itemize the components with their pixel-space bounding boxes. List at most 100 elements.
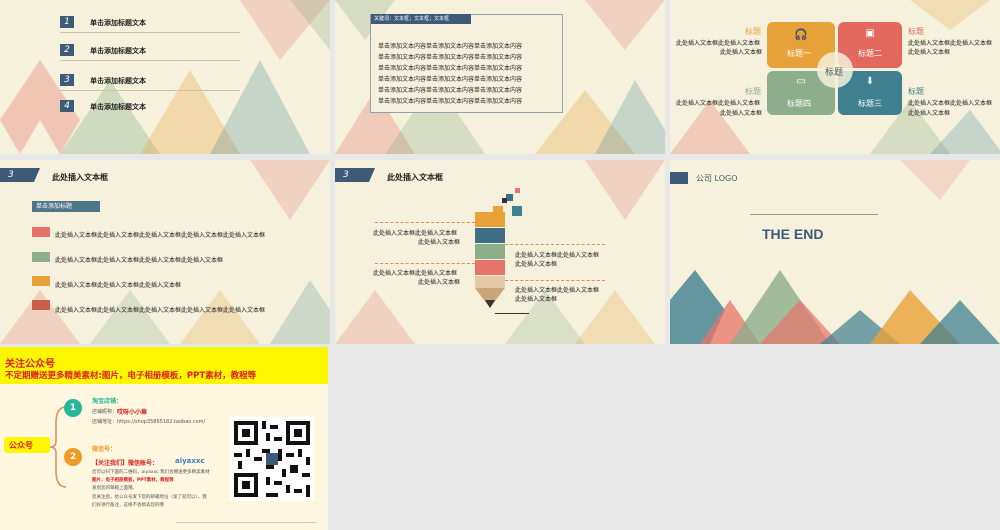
side-title: 标题 xyxy=(908,87,924,96)
center-title: 标题 xyxy=(825,68,844,78)
item-label: 单击添加标题文本 xyxy=(90,47,146,55)
wechat-desc: 们好进行备注，这样不会搞丢您的哦 xyxy=(92,503,164,508)
gzh-label: 公众号 xyxy=(9,441,33,450)
side-text: 此处插入文本框 xyxy=(908,49,951,56)
qr-code xyxy=(230,417,314,501)
wechat-desc: 您关注后，给公众号发下您的邮箱地址（发了就可以），我 xyxy=(92,495,207,500)
slide-title: 此处插入文本框 xyxy=(387,173,443,182)
wechat-desc: 图片，电子相册模板，PPT素材，教程等 xyxy=(92,478,174,483)
side-text: 此处插入文本框此处插入文本框 xyxy=(908,100,993,107)
item-label: 单击添加标题文本 xyxy=(90,19,146,27)
row-text: 此处插入文本框此处插入文本框此处插入文本框 xyxy=(55,282,182,289)
item-number: 2 xyxy=(60,44,74,56)
connector-line xyxy=(505,244,605,245)
content-line: 单击添加文本内容单击添加文本内容单击添加文本内容 xyxy=(378,87,523,94)
step-number: 1 xyxy=(64,399,82,417)
slide-thumbnail-4[interactable]: 3 此处插入文本框 单击添加标题 此处插入文本框此处插入文本框此处插入文本框此处… xyxy=(0,160,330,344)
promo-title: 关注公众号 xyxy=(5,359,55,370)
tile-label: 标题四 xyxy=(787,99,811,108)
divider xyxy=(60,90,240,91)
promo-slide[interactable]: 关注公众号 不定期赠送更多精美素材:图片，电子相册模板，PPT素材，教程等 公众… xyxy=(0,347,328,530)
text-frame: 关键词：文本框；文本框；文本框 单击添加文本内容单击添加文本内容单击添加文本内容… xyxy=(370,14,563,113)
slide-thumbnail-5[interactable]: 3 此处插入文本框 此处插入文本框此处插入文本框 此处插入文本框 此处插入文本框… xyxy=(335,160,665,344)
headphones-icon: 🎧 xyxy=(794,28,808,41)
left-text: 此处插入文本框此处插入文本框 xyxy=(373,230,458,237)
keywords-tag: 关键词：文本框；文本框；文本框 xyxy=(371,14,471,24)
tile-label: 标题三 xyxy=(858,99,882,108)
qr-code-icon xyxy=(230,417,314,501)
side-title: 标题 xyxy=(745,87,761,96)
item-label: 单击添加标题文本 xyxy=(90,77,146,85)
gzh-label-box: 公众号 xyxy=(4,437,50,453)
wechat-line: 【关注我们】微信账号： xyxy=(92,460,159,467)
divider xyxy=(60,32,240,33)
right-text: 此处插入文本框 xyxy=(515,296,558,303)
pencil-baseline xyxy=(495,313,529,314)
promo-subtitle: 不定期赠送更多精美素材:图片，电子相册模板，PPT素材，教程等 xyxy=(5,371,257,381)
taobao-url[interactable]: 店铺地址：https://shop35865182.taobao.com/ xyxy=(92,418,205,425)
side-text: 此处插入文本框此处插入文本框 xyxy=(676,40,761,47)
color-swatch xyxy=(32,252,50,262)
logo-mark xyxy=(670,172,688,184)
connector-line xyxy=(375,222,475,223)
section-number: 3 xyxy=(335,168,375,182)
left-text: 此处插入文本框 xyxy=(418,279,461,286)
divider xyxy=(60,60,240,61)
left-text: 此处插入文本框此处插入文本框 xyxy=(373,270,458,277)
slide-thumbnail-1[interactable]: 1 单击添加标题文本 2 单击添加标题文本 3 单击添加标题文本 4 单击添加标… xyxy=(0,0,330,154)
content-line: 单击添加文本内容单击添加文本内容单击添加文本内容 xyxy=(378,54,523,61)
row-text: 此处插入文本框此处插入文本框此处插入文本框此处插入文本框 xyxy=(55,257,224,264)
row-text: 此处插入文本框此处插入文本框此处插入文本框此处插入文本框此处插入文本框 xyxy=(55,307,266,314)
subtitle-tag: 单击添加标题 xyxy=(32,201,100,212)
row-text: 此处插入文本框此处插入文本框此处插入文本框此处插入文本框此处插入文本框 xyxy=(55,232,266,239)
right-text: 此处插入文本框此处插入文本框 xyxy=(515,287,600,294)
divider xyxy=(750,214,878,215)
stripe-background xyxy=(670,160,1000,344)
promo-banner: 关注公众号 不定期赠送更多精美素材:图片，电子相册模板，PPT素材，教程等 xyxy=(0,347,328,384)
taobao-title: 淘宝店铺： xyxy=(92,398,123,405)
divider xyxy=(176,522,316,523)
section-number: 3 xyxy=(0,168,40,182)
color-swatch xyxy=(32,300,50,310)
wechat-desc: 您可以扫下面的二维码，aiyaxxc 我们会赠送更多精美素材 xyxy=(92,470,210,475)
side-title: 标题 xyxy=(908,27,924,36)
content-line: 单击添加文本内容单击添加文本内容单击添加文本内容 xyxy=(378,98,523,105)
side-text: 此处插入文本框此处插入文本框 xyxy=(908,40,993,47)
tile-label: 标题二 xyxy=(858,49,882,58)
bracket-connector xyxy=(49,406,67,488)
step-number: 2 xyxy=(64,448,82,466)
content-line: 单击添加文本内容单击添加文本内容单击添加文本内容 xyxy=(378,76,523,83)
slide-thumbnail-3[interactable]: 🎧 标题一 ▣ 标题二 ▭ 标题四 ⬇ 标题三 标题 标题 此处插入文本框此处插… xyxy=(670,0,1000,154)
side-text: 此处插入文本框此处插入文本框 xyxy=(676,100,761,107)
slide-title: 此处插入文本框 xyxy=(52,173,108,182)
side-text: 此处插入文本框 xyxy=(720,110,763,117)
color-swatch xyxy=(32,227,50,237)
side-text: 此处插入文本框 xyxy=(908,110,951,117)
item-number: 4 xyxy=(60,100,74,112)
slide-thumbnail-6[interactable]: 公司 LOGO THE END xyxy=(670,160,1000,344)
side-text: 此处插入文本框 xyxy=(720,49,763,56)
wechat-title: 微信号： xyxy=(92,446,117,453)
tile-label: 标题一 xyxy=(787,49,811,58)
stripe-background xyxy=(0,0,330,154)
connector-line xyxy=(505,280,605,281)
slide-thumbnail-2[interactable]: 关键词：文本框；文本框；文本框 单击添加文本内容单击添加文本内容单击添加文本内容… xyxy=(335,0,665,154)
right-text: 此处插入文本框 xyxy=(515,261,558,268)
item-number: 1 xyxy=(60,16,74,28)
end-title: THE END xyxy=(762,226,824,242)
color-swatch xyxy=(32,276,50,286)
content-line: 单击添加文本内容单击添加文本内容单击添加文本内容 xyxy=(378,65,523,72)
connector-line xyxy=(375,263,475,264)
wechat-desc: 发到您的邮箱上面哦。 xyxy=(92,486,137,491)
right-text: 此处插入文本框此处插入文本框 xyxy=(515,252,600,259)
taobao-name-label: 店铺昵称： xyxy=(92,409,118,415)
wechat-id: aiyaxxc xyxy=(175,457,205,465)
left-text: 此处插入文本框 xyxy=(418,239,461,246)
item-label: 单击添加标题文本 xyxy=(90,103,146,111)
content-line: 单击添加文本内容单击添加文本内容单击添加文本内容 xyxy=(378,43,523,50)
item-number: 3 xyxy=(60,74,74,86)
calendar-icon: ▣ xyxy=(865,28,875,39)
taobao-name: 哎呀小小章 xyxy=(117,409,148,416)
side-title: 标题 xyxy=(745,27,761,36)
company-logo: 公司 LOGO xyxy=(696,174,738,183)
